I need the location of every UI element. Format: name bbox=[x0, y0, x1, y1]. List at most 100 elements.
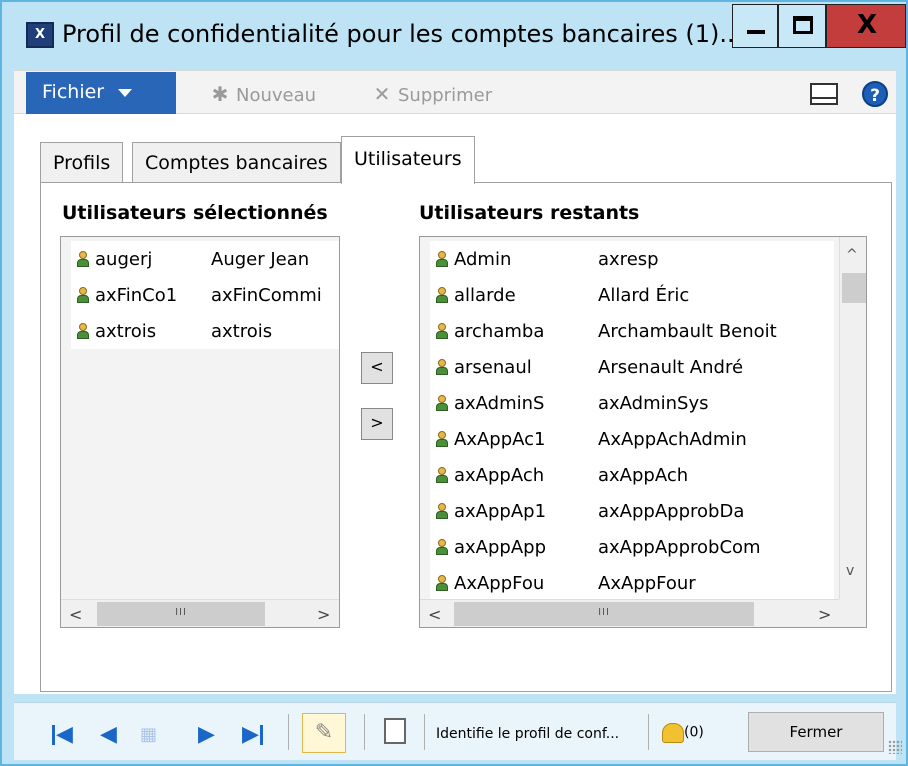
move-left-button[interactable]: < bbox=[361, 352, 393, 384]
previous-record-icon[interactable]: ◀ bbox=[100, 722, 117, 747]
user-icon bbox=[436, 575, 448, 591]
first-record-icon[interactable]: ◀ bbox=[52, 722, 73, 747]
scroll-thumb[interactable]: III bbox=[97, 602, 265, 626]
scroll-down-icon[interactable]: v bbox=[846, 563, 854, 579]
list-item[interactable]: axFinCo1 axFinCommi bbox=[71, 277, 339, 313]
list-item[interactable]: axtrois axtrois bbox=[71, 313, 339, 349]
user-id: arsenaul bbox=[454, 357, 532, 378]
user-id: axAppAch bbox=[454, 465, 545, 486]
list-item[interactable]: axAdminS axAdminSys bbox=[430, 385, 834, 421]
divider bbox=[364, 714, 365, 750]
close-button[interactable]: Fermer bbox=[748, 712, 884, 752]
user-name: Allard Éric bbox=[598, 285, 690, 306]
user-name: axtrois bbox=[211, 321, 273, 342]
scroll-thumb[interactable] bbox=[842, 273, 866, 303]
selected-users-heading: Utilisateurs sélectionnés bbox=[62, 202, 328, 224]
list-item[interactable]: arsenaul Arsenault André bbox=[430, 349, 834, 385]
first-record-arrow: ◀ bbox=[56, 722, 73, 747]
list-item[interactable]: archamba Archambault Benoit bbox=[430, 313, 834, 349]
user-icon bbox=[436, 359, 448, 375]
scroll-up-icon[interactable]: ^ bbox=[846, 247, 858, 263]
new-icon: ✱ bbox=[211, 82, 229, 106]
user-id: archamba bbox=[454, 321, 545, 342]
scroll-left-icon[interactable]: < bbox=[69, 605, 82, 624]
title-bar[interactable]: X Profil de confidentialité pour les com… bbox=[2, 2, 906, 64]
user-name: axAdminSys bbox=[598, 393, 709, 414]
user-id: allarde bbox=[454, 285, 516, 306]
user-name: axAppApprobDa bbox=[598, 501, 745, 522]
user-id: axAppAp1 bbox=[454, 501, 547, 522]
help-icon[interactable]: ? bbox=[862, 81, 888, 107]
user-name: Arsenault André bbox=[598, 357, 744, 378]
grid-view-icon[interactable]: ▦ bbox=[140, 724, 157, 745]
tab-comptes-bancaires[interactable]: Comptes bancaires bbox=[132, 142, 341, 182]
user-icon bbox=[77, 251, 89, 267]
delete-icon: ✕ bbox=[373, 82, 391, 106]
remaining-users-heading: Utilisateurs restants bbox=[419, 202, 640, 224]
last-record-icon[interactable]: ▶ bbox=[242, 722, 263, 747]
factbox-panel-icon[interactable] bbox=[810, 83, 838, 105]
attachments-icon[interactable] bbox=[384, 718, 406, 744]
divider bbox=[424, 714, 425, 750]
scroll-left-icon[interactable]: < bbox=[428, 605, 441, 624]
file-menu-button[interactable]: Fichier bbox=[26, 72, 176, 114]
app-window: X Profil de confidentialité pour les com… bbox=[0, 0, 908, 766]
horizontal-scrollbar[interactable]: < III > bbox=[61, 599, 339, 627]
user-id: axFinCo1 bbox=[95, 285, 178, 306]
scroll-right-icon[interactable]: > bbox=[818, 605, 831, 624]
user-icon bbox=[77, 323, 89, 339]
user-id: Admin bbox=[454, 249, 512, 270]
resize-grip-icon[interactable] bbox=[888, 740, 902, 754]
list-item[interactable]: allarde Allard Éric bbox=[430, 277, 834, 313]
list-item[interactable]: AxAppFou AxAppFour bbox=[430, 565, 834, 601]
vertical-scrollbar[interactable]: ^ v bbox=[839, 237, 866, 599]
list-item[interactable]: axAppAch axAppAch bbox=[430, 457, 834, 493]
user-icon bbox=[436, 431, 448, 447]
horizontal-scrollbar[interactable]: < III > bbox=[420, 599, 839, 627]
move-right-button[interactable]: > bbox=[361, 408, 393, 440]
maximize-icon bbox=[793, 16, 813, 34]
user-name: AxAppAchAdmin bbox=[598, 429, 747, 450]
user-name: axAppApprobCom bbox=[598, 537, 761, 558]
edit-mode-button[interactable]: ✎ bbox=[302, 713, 346, 753]
user-icon bbox=[436, 323, 448, 339]
user-icon bbox=[77, 287, 89, 303]
minimize-icon bbox=[747, 30, 765, 34]
notifications-button[interactable]: (0) bbox=[662, 722, 704, 743]
user-icon bbox=[436, 251, 448, 267]
user-icon bbox=[436, 287, 448, 303]
status-help-text: Identifie le profil de conf... bbox=[436, 726, 620, 742]
remaining-users-list[interactable]: Admin axresp allarde Allard Éric archamb… bbox=[419, 236, 867, 628]
tab-label: Profils bbox=[53, 152, 111, 174]
list-item[interactable]: axAppAp1 axAppApprobDa bbox=[430, 493, 834, 529]
close-window-button[interactable]: X bbox=[826, 4, 906, 48]
tab-label: Utilisateurs bbox=[354, 148, 462, 170]
pencil-icon: ✎ bbox=[314, 720, 334, 745]
delete-button[interactable]: ✕ Supprimer bbox=[370, 82, 493, 106]
list-item[interactable]: augerj Auger Jean bbox=[71, 241, 339, 277]
user-icon bbox=[436, 467, 448, 483]
user-name: AxAppFour bbox=[598, 573, 696, 594]
scroll-thumb[interactable]: III bbox=[454, 602, 754, 626]
user-name: axresp bbox=[598, 249, 659, 270]
user-name: axFinCommi bbox=[211, 285, 322, 306]
user-id: axtrois bbox=[95, 321, 157, 342]
maximize-button[interactable] bbox=[778, 4, 826, 48]
last-record-arrow: ▶ bbox=[242, 722, 259, 747]
divider bbox=[648, 714, 649, 750]
user-icon bbox=[436, 503, 448, 519]
user-id: axAppApp bbox=[454, 537, 547, 558]
list-item[interactable]: Admin axresp bbox=[430, 241, 834, 277]
scroll-right-icon[interactable]: > bbox=[317, 605, 330, 624]
user-id: AxAppAc1 bbox=[454, 429, 546, 450]
selected-users-list[interactable]: augerj Auger Jean axFinCo1 axFinCommi ax… bbox=[60, 236, 340, 628]
new-button[interactable]: ✱ Nouveau bbox=[208, 82, 316, 106]
list-item[interactable]: AxAppAc1 AxAppAchAdmin bbox=[430, 421, 834, 457]
tab-profils[interactable]: Profils bbox=[40, 142, 124, 182]
list-item[interactable]: axAppApp axAppApprobCom bbox=[430, 529, 834, 565]
user-id: AxAppFou bbox=[454, 573, 545, 594]
next-record-icon[interactable]: ▶ bbox=[198, 722, 215, 747]
tab-utilisateurs[interactable]: Utilisateurs bbox=[341, 136, 475, 184]
close-icon: X bbox=[856, 10, 878, 40]
minimize-button[interactable] bbox=[732, 4, 778, 48]
